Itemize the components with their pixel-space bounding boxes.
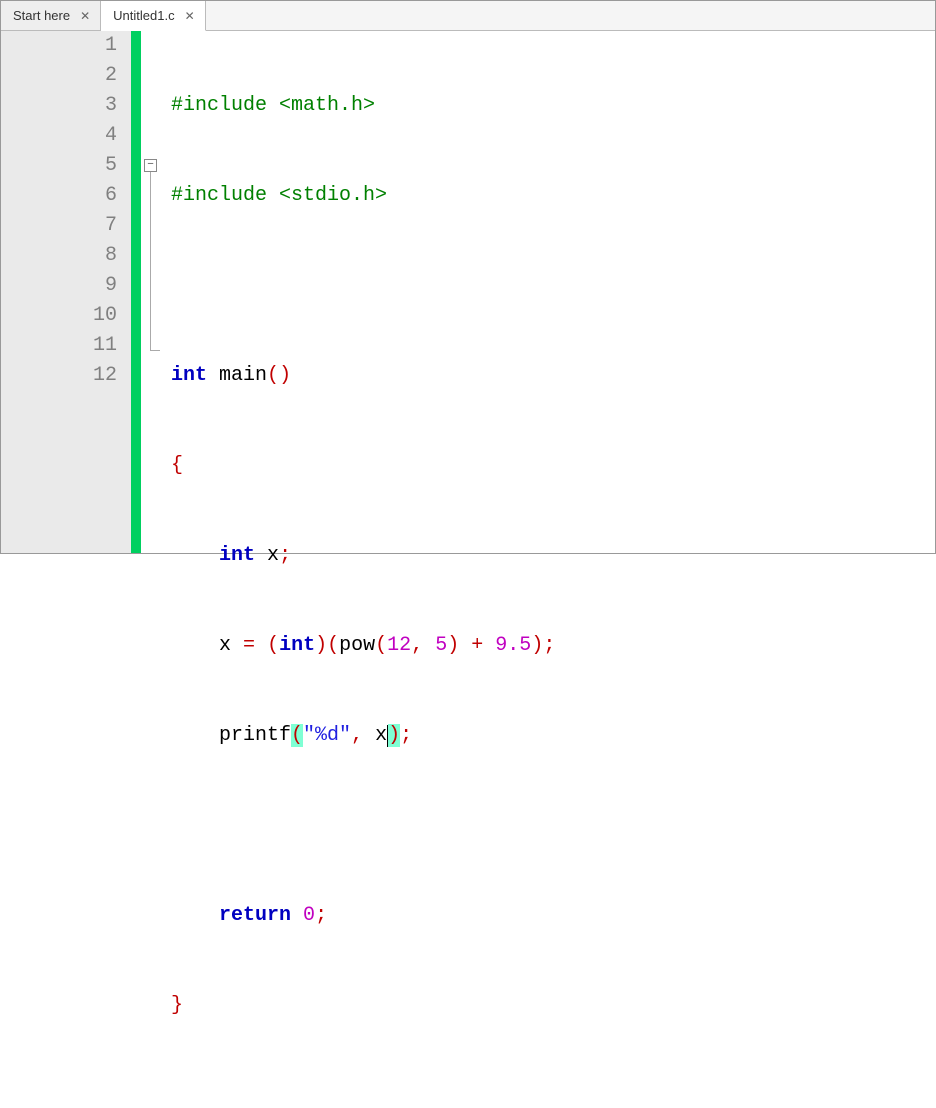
code-editor[interactable]: 123456789101112 − #include <math.h> #inc… xyxy=(1,31,935,553)
comma: , xyxy=(411,634,423,657)
op-plus: + xyxy=(471,634,483,657)
num: 0 xyxy=(303,904,315,927)
comma: , xyxy=(351,724,363,747)
header-stdio: <stdio.h> xyxy=(279,184,387,207)
semi: ; xyxy=(543,634,555,657)
line-number: 4 xyxy=(1,121,117,151)
code-line[interactable] xyxy=(171,1081,935,1108)
line-number: 8 xyxy=(1,241,117,271)
semi: ; xyxy=(279,544,291,567)
fold-column: − xyxy=(141,31,163,553)
num: 9.5 xyxy=(495,634,531,657)
preproc-include: #include xyxy=(171,94,267,117)
ident-x: x xyxy=(267,544,279,567)
paren-matched: ( xyxy=(291,724,303,747)
line-number: 6 xyxy=(1,181,117,211)
line-number: 11 xyxy=(1,331,117,361)
code-line[interactable]: printf("%d", x); xyxy=(171,721,935,751)
semi: ; xyxy=(400,724,412,747)
fn-printf: printf xyxy=(219,724,291,747)
change-marker xyxy=(131,31,141,553)
brace: } xyxy=(171,994,183,1017)
fold-guide xyxy=(150,172,151,350)
header-math: <math.h> xyxy=(279,94,375,117)
ident-x: x xyxy=(375,724,387,747)
close-icon[interactable]: ✕ xyxy=(78,9,92,23)
paren: ( xyxy=(267,364,279,387)
paren-matched: ) xyxy=(388,724,400,747)
paren: ) xyxy=(447,634,459,657)
line-number: 2 xyxy=(1,61,117,91)
line-number: 1 xyxy=(1,31,117,61)
op-eq: = xyxy=(243,634,255,657)
string-literal: "%d" xyxy=(303,724,351,747)
tab-start-here[interactable]: Start here ✕ xyxy=(1,1,101,30)
ident-x: x xyxy=(219,634,231,657)
code-line[interactable] xyxy=(171,811,935,841)
code-line[interactable]: } xyxy=(171,991,935,1021)
tab-bar: Start here ✕ Untitled1.c ✕ xyxy=(1,1,935,31)
code-line[interactable]: x = (int)(pow(12, 5) + 9.5); xyxy=(171,631,935,661)
code-line[interactable]: #include <math.h> xyxy=(171,91,935,121)
line-number: 10 xyxy=(1,301,117,331)
paren: ( xyxy=(375,634,387,657)
paren: ) xyxy=(531,634,543,657)
line-number-gutter: 123456789101112 xyxy=(1,31,131,553)
code-line[interactable]: return 0; xyxy=(171,901,935,931)
code-line[interactable]: int main() xyxy=(171,361,935,391)
code-line[interactable]: #include <stdio.h> xyxy=(171,181,935,211)
fn-main: main xyxy=(219,364,267,387)
preproc-include: #include xyxy=(171,184,267,207)
fold-end xyxy=(150,350,160,351)
paren: ) xyxy=(279,364,291,387)
tab-label: Untitled1.c xyxy=(113,8,174,23)
kw-int: int xyxy=(279,634,315,657)
kw-int: int xyxy=(219,544,255,567)
tab-label: Start here xyxy=(13,8,70,23)
tab-untitled1[interactable]: Untitled1.c ✕ xyxy=(101,1,205,31)
code-line[interactable]: int x; xyxy=(171,541,935,571)
line-number: 5 xyxy=(1,151,117,181)
line-number: 7 xyxy=(1,211,117,241)
kw-int: int xyxy=(171,364,207,387)
close-icon[interactable]: ✕ xyxy=(183,9,197,23)
brace: { xyxy=(171,454,183,477)
code-area[interactable]: #include <math.h> #include <stdio.h> int… xyxy=(163,31,935,553)
kw-return: return xyxy=(219,904,291,927)
paren: ( xyxy=(327,634,339,657)
fold-toggle-icon[interactable]: − xyxy=(144,159,157,172)
paren: ( xyxy=(267,634,279,657)
code-line[interactable] xyxy=(171,271,935,301)
line-number: 12 xyxy=(1,361,117,391)
code-line[interactable]: { xyxy=(171,451,935,481)
semi: ; xyxy=(315,904,327,927)
num: 12 xyxy=(387,634,411,657)
line-number: 9 xyxy=(1,271,117,301)
line-number: 3 xyxy=(1,91,117,121)
fn-pow: pow xyxy=(339,634,375,657)
paren: ) xyxy=(315,634,327,657)
num: 5 xyxy=(435,634,447,657)
